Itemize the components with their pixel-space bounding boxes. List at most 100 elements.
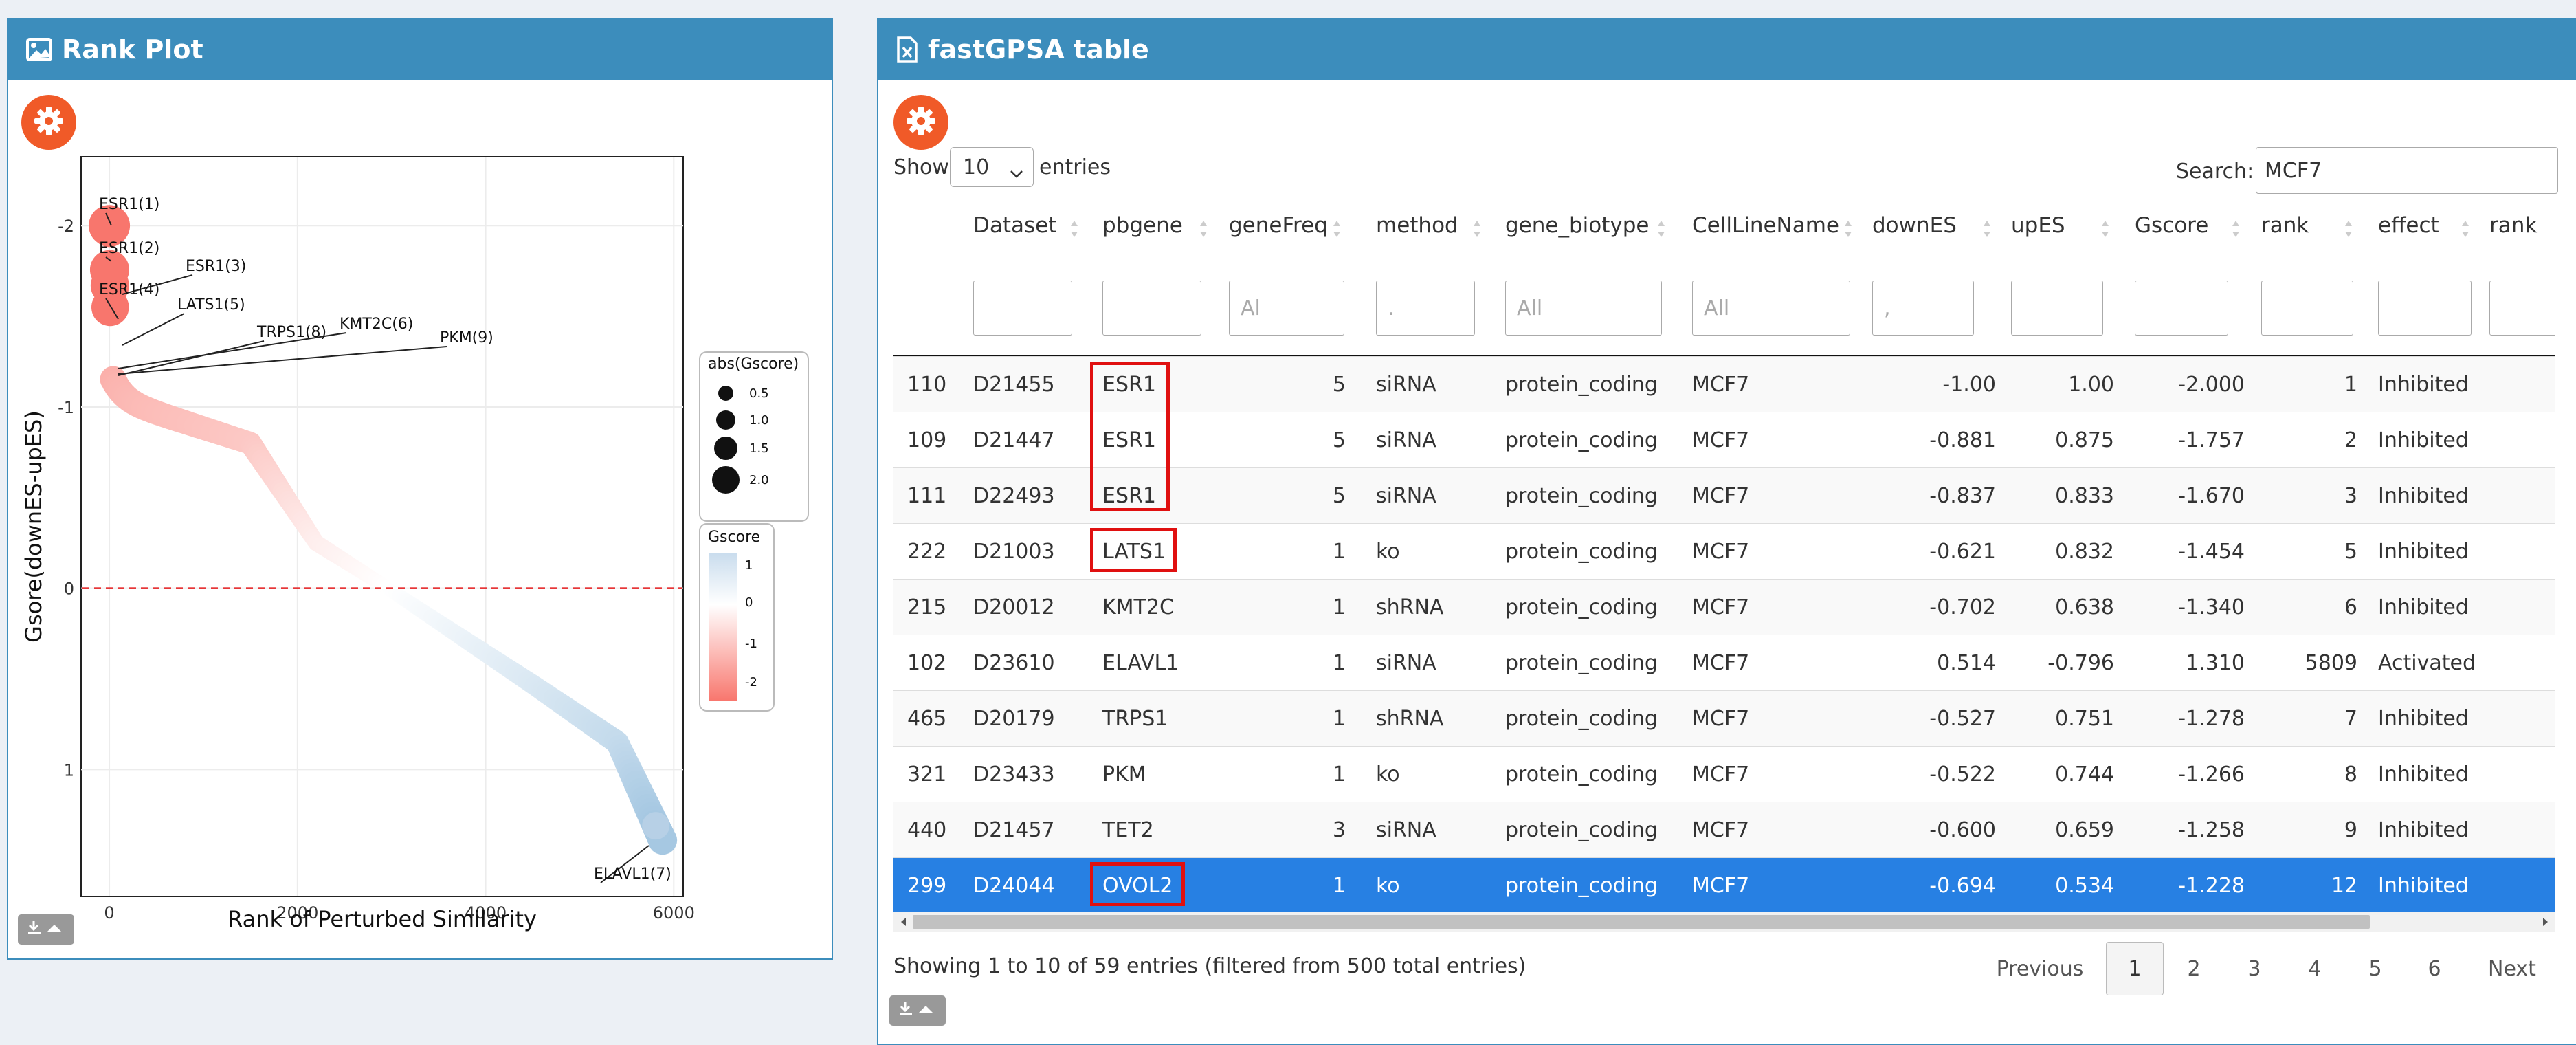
highlight-box	[1090, 528, 1177, 572]
column-filter-placeholder: .	[1388, 296, 1395, 320]
scroll-left-arrow-icon[interactable]	[899, 916, 907, 930]
table-cell: shRNA	[1376, 707, 1444, 731]
column-header[interactable]: CellLineName	[1692, 213, 1864, 245]
pagination-next[interactable]: Next	[2474, 942, 2550, 996]
color-legend-label: 1	[745, 558, 753, 573]
rank-plot-download-button[interactable]	[18, 914, 74, 945]
pagination-page-3[interactable]: 3	[2225, 942, 2283, 996]
color-legend: Gscore 1 0 -1 -2	[699, 523, 775, 712]
table-cell: KMT2C	[1102, 595, 1174, 619]
highlighted-point	[642, 812, 670, 840]
column-filter-input[interactable]	[2378, 280, 2472, 336]
table-cell: Inhibited	[2378, 874, 2469, 898]
column-filter-input[interactable]: Al	[1229, 280, 1344, 336]
column-header[interactable]: Gscore	[2135, 213, 2252, 245]
table-cell: 1	[2344, 373, 2357, 397]
table-cell: siRNA	[1376, 428, 1436, 452]
y-tick-label: -2	[58, 217, 74, 236]
table-cell: 1.310	[2186, 651, 2245, 675]
download-icon	[27, 919, 65, 940]
column-header[interactable]: gene_biotype	[1505, 213, 1677, 245]
table-cell: -0.796	[2047, 651, 2114, 675]
table-cell: 0.832	[2055, 540, 2114, 564]
table-row[interactable]: 321 D23433 PKM 1 ko protein_coding MCF7 -0.522 0…	[893, 746, 2555, 802]
table-cell: D21003	[973, 540, 1055, 564]
entries-length-select[interactable]: 10	[950, 147, 1034, 187]
pagination-page-6[interactable]: 6	[2406, 942, 2463, 996]
point-label: PKM(9)	[440, 329, 493, 346]
column-header[interactable]: geneFreq	[1229, 213, 1353, 245]
search-input[interactable]	[2256, 147, 2558, 194]
table-download-button[interactable]	[889, 996, 946, 1026]
table-cell: -2.000	[2178, 373, 2245, 397]
column-header[interactable]: Dataset	[973, 213, 1090, 245]
color-legend-label: -1	[745, 637, 757, 651]
table-cell: -0.694	[1929, 874, 1996, 898]
scroll-right-arrow-icon[interactable]	[2542, 916, 2550, 930]
pagination-page-2[interactable]: 2	[2165, 942, 2223, 996]
table-row[interactable]: 102 D23610 ELAVL1 1 siRNA protein_coding MCF7 0…	[893, 635, 2555, 691]
table-cell: 2	[2344, 428, 2357, 452]
table-cell: -0.837	[1929, 484, 1996, 508]
column-filter-input[interactable]	[1102, 280, 1201, 336]
column-header[interactable]: downES	[1872, 213, 2003, 245]
x-tick-label: 0	[104, 903, 114, 923]
column-filter-input[interactable]	[2261, 280, 2353, 336]
sort-icon	[1845, 221, 1852, 237]
table-info-text: Showing 1 to 10 of 59 entries (filtered …	[893, 954, 1526, 978]
column-filter-input[interactable]	[2135, 280, 2228, 336]
column-header[interactable]: effect	[2378, 213, 2481, 245]
table-cell: MCF7	[1692, 428, 1750, 452]
column-header-label: pbgene	[1102, 213, 1183, 238]
sort-icon	[2345, 221, 2352, 237]
column-filter-input[interactable]	[973, 280, 1072, 336]
table-cell: 3	[1332, 818, 1346, 842]
download-icon	[898, 1000, 937, 1021]
table-cell: MCF7	[1692, 874, 1750, 898]
scrollbar-thumb[interactable]	[913, 915, 2370, 929]
table-cell: siRNA	[1376, 818, 1436, 842]
column-filter-input[interactable]: ,	[1872, 280, 1974, 336]
table-row[interactable]: 215 D20012 KMT2C 1 shRNA protein_coding MCF7 -0…	[893, 579, 2555, 635]
column-header[interactable]: method	[1376, 213, 1493, 245]
table-cell: D22493	[973, 484, 1055, 508]
table-cell: MCF7	[1692, 595, 1750, 619]
column-header-label: upES	[2011, 213, 2065, 238]
pagination-page-1[interactable]: 1	[2106, 942, 2164, 996]
table-cell: 5809	[2305, 651, 2357, 675]
table-cell: -0.522	[1929, 762, 1996, 786]
column-header-label: downES	[1872, 213, 1957, 238]
table-cell: 0.833	[2055, 484, 2114, 508]
table-cell: 109	[907, 428, 947, 452]
size-legend-label: 1.0	[749, 413, 769, 428]
column-header[interactable]: pbgene	[1102, 213, 1219, 245]
table-row[interactable]: 440 D21457 TET2 3 siRNA protein_coding MCF7 -0.…	[893, 802, 2555, 858]
table-cell: -1.454	[2178, 540, 2245, 564]
pagination-previous[interactable]: Previous	[1986, 942, 2094, 996]
pagination-page-5[interactable]: 5	[2346, 942, 2404, 996]
pagination-page-4[interactable]: 4	[2286, 942, 2344, 996]
table-cell: -1.757	[2178, 428, 2245, 452]
column-header-label: rank	[2261, 213, 2309, 238]
column-filter-input[interactable]	[2489, 280, 2555, 336]
entries-label: entries	[1039, 155, 1111, 179]
table-cell: 215	[907, 595, 947, 619]
table-cell: 6	[2344, 595, 2357, 619]
table-cell: D20012	[973, 595, 1055, 619]
column-filter-input[interactable]	[2011, 280, 2103, 336]
column-header[interactable]: rank	[2489, 213, 2555, 245]
column-header-label: Dataset	[973, 213, 1057, 238]
color-legend-title: Gscore	[708, 529, 760, 546]
table-cell: MCF7	[1692, 540, 1750, 564]
column-header[interactable]: upES	[2011, 213, 2121, 245]
color-legend-gradient	[709, 553, 737, 701]
column-header-label: Gscore	[2135, 213, 2209, 238]
column-filter-input[interactable]: .	[1376, 280, 1475, 336]
column-header[interactable]: rank	[2261, 213, 2364, 245]
column-filter-input[interactable]: All	[1692, 280, 1850, 336]
table-horizontal-scrollbar[interactable]	[893, 912, 2555, 932]
table-cell: 440	[907, 818, 947, 842]
column-filter-input[interactable]: All	[1505, 280, 1662, 336]
table-settings-button[interactable]	[893, 95, 948, 150]
table-row[interactable]: 465 D20179 TRPS1 1 shRNA protein_coding MCF7 -0…	[893, 690, 2555, 747]
